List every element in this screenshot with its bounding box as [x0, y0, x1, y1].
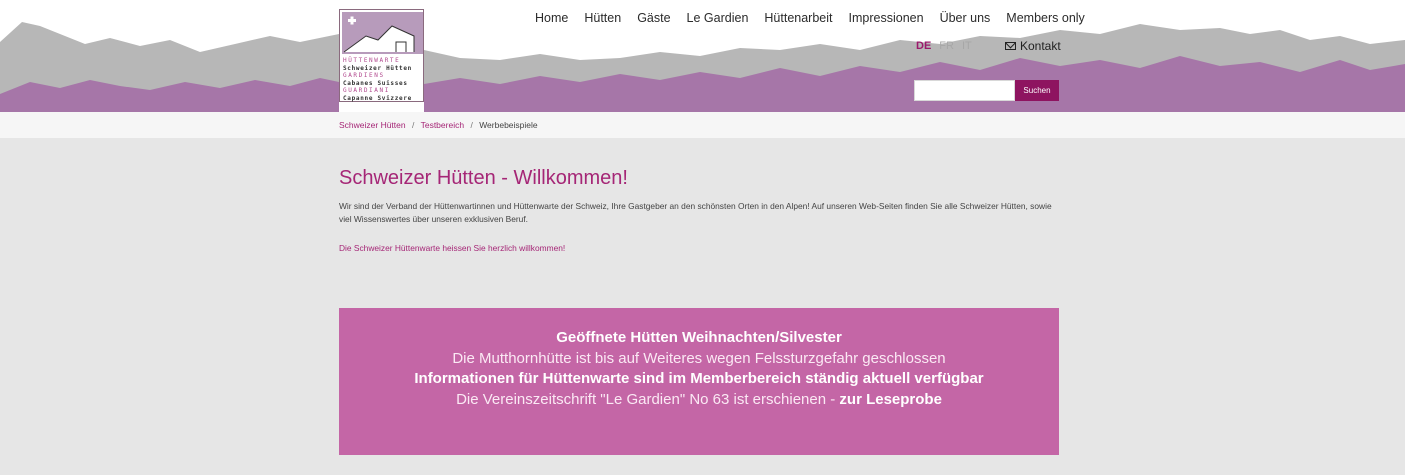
search-input[interactable] — [914, 80, 1015, 101]
notice-magazine: Die Vereinszeitschrift "Le Gardien" No 6… — [339, 390, 1059, 411]
logo-line: Capanne Svizzere — [343, 94, 412, 102]
nav-item-ueber-uns[interactable]: Über uns — [940, 11, 991, 25]
nav-item-huettenarbeit[interactable]: Hüttenarbeit — [764, 11, 832, 25]
logo-line: GUARDIANI — [343, 87, 390, 95]
main-navigation: Home Hütten Gäste Le Gardien Hüttenarbei… — [535, 11, 1085, 25]
lang-fr[interactable]: FR — [939, 40, 954, 52]
lang-de[interactable]: DE — [916, 40, 931, 52]
logo-line: Cabanes Suisses — [343, 79, 408, 87]
nav-item-le-gardien[interactable]: Le Gardien — [687, 11, 749, 25]
mail-icon — [1005, 42, 1016, 50]
breadcrumb-separator: / — [412, 120, 415, 130]
language-switcher: DE FR IT — [916, 40, 972, 52]
lang-it[interactable]: IT — [962, 40, 972, 52]
intro-text: Wir sind der Verband der Hüttenwartinnen… — [339, 201, 1052, 224]
breadcrumb-item-current: Werbebeispiele — [479, 120, 538, 130]
nav-item-home[interactable]: Home — [535, 11, 568, 25]
notice-closure: Die Mutthornhütte ist bis auf Weiteres w… — [452, 349, 946, 367]
welcome-text: Die Schweizer Hüttenwarte heissen Sie he… — [339, 243, 566, 253]
logo-wordmark: HÜTTENWARTE Schweizer Hütten GARDIENS Ca… — [343, 57, 423, 103]
site-logo[interactable]: HÜTTENWARTE Schweizer Hütten GARDIENS Ca… — [339, 9, 424, 102]
breadcrumb: Schweizer Hütten / Testbereich / Werbebe… — [339, 120, 538, 130]
nav-item-huetten[interactable]: Hütten — [584, 11, 621, 25]
notice-member-info[interactable]: Informationen für Hüttenwarte sind im Me… — [339, 369, 1059, 390]
breadcrumb-separator: / — [470, 120, 473, 130]
notice-magazine-separator: - — [826, 390, 840, 408]
page-title: Schweizer Hütten - Willkommen! — [339, 167, 628, 189]
hut-cross-logo-icon — [342, 12, 423, 54]
contact-link[interactable]: Kontakt — [1005, 39, 1061, 53]
nav-item-gaeste[interactable]: Gäste — [637, 11, 670, 25]
nav-item-members-only[interactable]: Members only — [1006, 11, 1085, 25]
reading-sample-link[interactable]: zur Leseprobe — [839, 391, 942, 408]
notice-open-huts[interactable]: Geöffnete Hütten Weihnachten/Silvester — [339, 328, 1059, 349]
search-button[interactable]: Suchen — [1015, 80, 1059, 101]
nav-item-impressionen[interactable]: Impressionen — [849, 11, 924, 25]
logo-line: Schweizer Hütten — [343, 64, 412, 72]
logo-line: HÜTTENWARTE — [343, 57, 401, 64]
logo-line: GARDIENS — [343, 72, 385, 80]
notice-magazine-text: Die Vereinszeitschrift "Le Gardien" No 6… — [456, 390, 827, 408]
breadcrumb-bar: Schweizer Hütten / Testbereich / Werbebe… — [0, 112, 1405, 138]
contact-label: Kontakt — [1020, 39, 1061, 53]
breadcrumb-item-testbereich[interactable]: Testbereich — [421, 120, 464, 130]
notice-box: Geöffnete Hütten Weihnachten/Silvester D… — [339, 308, 1059, 455]
breadcrumb-item-schweizer-huetten[interactable]: Schweizer Hütten — [339, 120, 406, 130]
header: HÜTTENWARTE Schweizer Hütten GARDIENS Ca… — [0, 0, 1405, 112]
